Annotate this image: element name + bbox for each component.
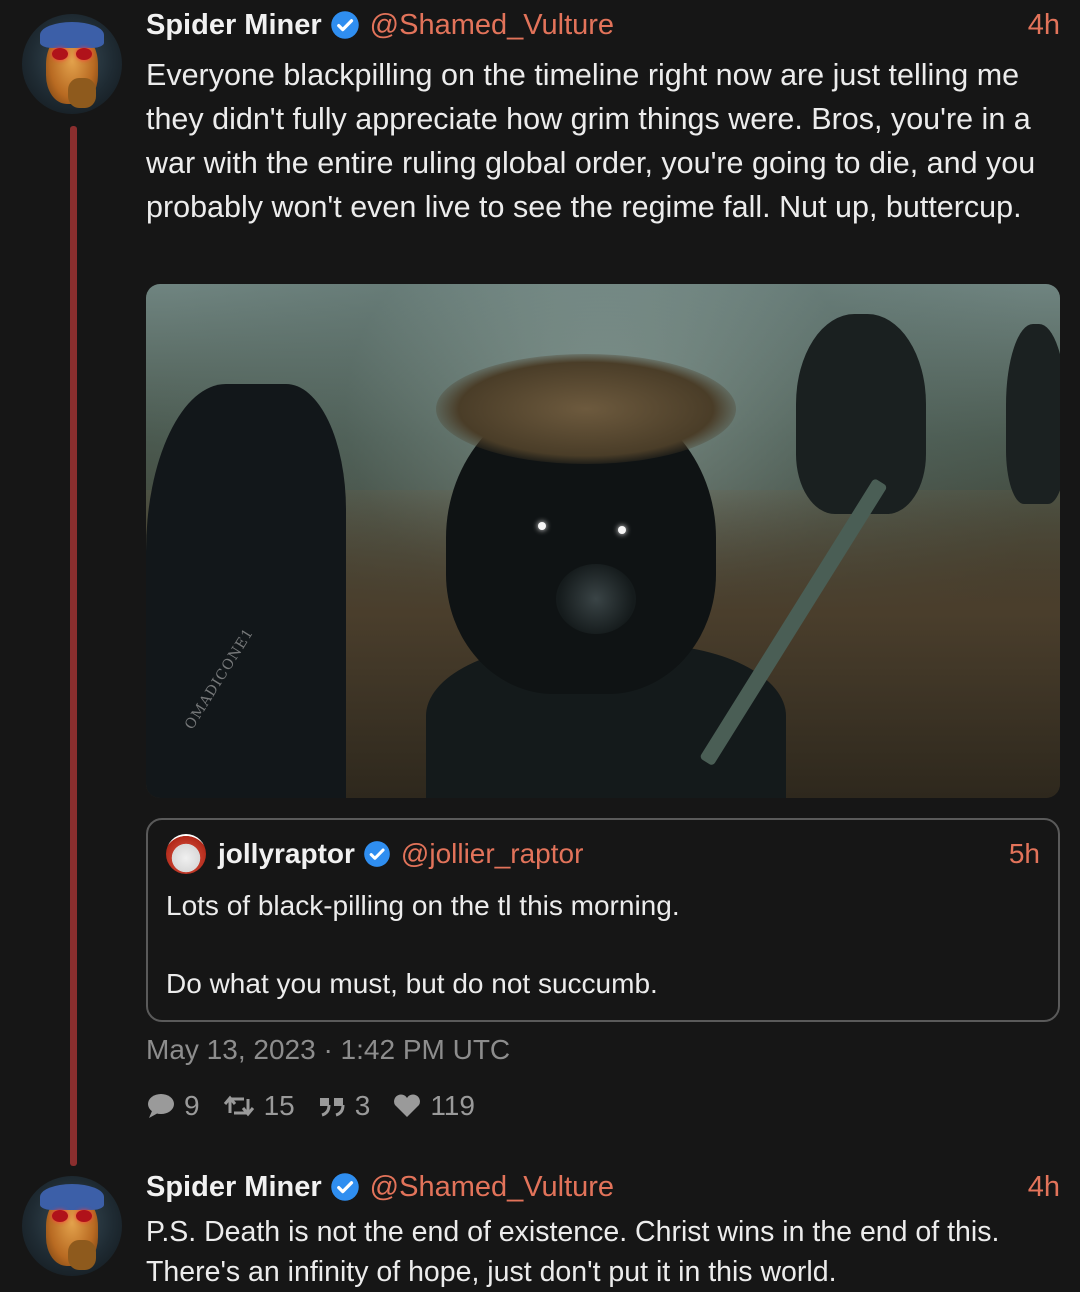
image-soldier (796, 314, 926, 514)
quoted-tweet[interactable]: jollyraptor @jollier_raptor 5h Lots of b… (146, 818, 1060, 1022)
quoted-tweet-header: jollyraptor @jollier_raptor 5h (166, 834, 1040, 874)
tweet-main: Spider Miner @Shamed_Vulture 4h Everyone… (0, 0, 1080, 1166)
username[interactable]: @Shamed_Vulture (370, 1171, 614, 1204)
quoted-time[interactable]: 5h (1009, 838, 1040, 870)
avatar-cap (40, 22, 104, 48)
quote-icon (319, 1098, 345, 1117)
verified-badge-icon (364, 841, 390, 867)
tweet-time[interactable]: 4h (1028, 9, 1060, 42)
tweet-text: P.S. Death is not the end of existence. … (146, 1216, 1000, 1288)
avatar[interactable] (22, 14, 122, 114)
tweet-header: Spider Miner @Shamed_Vulture 4h (146, 5, 1060, 45)
avatar-eye (76, 1210, 92, 1222)
thread-line (70, 126, 77, 1166)
verified-badge-icon (330, 1173, 359, 1201)
comment-icon (148, 1094, 174, 1118)
image-eye (618, 526, 626, 534)
retweet-button[interactable]: 15 (222, 1090, 295, 1122)
avatar-hand (68, 1240, 96, 1270)
retweet-count: 15 (263, 1090, 295, 1121)
username[interactable]: @Shamed_Vulture (370, 9, 614, 42)
quoted-avatar[interactable] (166, 834, 206, 874)
avatar-hand (68, 78, 96, 108)
avatar-eye (52, 48, 68, 60)
avatar-eye (76, 48, 92, 60)
like-count: 119 (430, 1090, 475, 1121)
tweet-text: Everyone blackpilling on the timeline ri… (146, 58, 1036, 224)
tweet-time[interactable]: 4h (1028, 1171, 1060, 1204)
like-button[interactable]: 119 (392, 1090, 475, 1122)
tweet-stats: 9 15 3 119 (146, 1086, 497, 1126)
display-name[interactable]: Spider Miner (146, 9, 322, 42)
tweet-date[interactable]: May 13, 2023 · 1:42 PM UTC (146, 1034, 510, 1066)
quoted-username[interactable]: @jollier_raptor (401, 838, 584, 870)
image-camouflage (436, 354, 736, 464)
retweet-icon (223, 1095, 254, 1117)
reply-count: 9 (184, 1090, 200, 1121)
reply-button[interactable]: 9 (146, 1090, 200, 1122)
image-eye (538, 522, 546, 530)
quoted-display-name[interactable]: jollyraptor (218, 838, 355, 870)
image-soldier (146, 384, 346, 798)
image-soldier (1006, 324, 1060, 504)
tweet-header: Spider Miner @Shamed_Vulture 4h (146, 1167, 1060, 1207)
tweet-reply: Spider Miner @Shamed_Vulture 4h P.S. Dea… (0, 1162, 1080, 1292)
quote-count: 3 (354, 1090, 371, 1121)
avatar-cap (40, 1184, 104, 1210)
avatar-eye (52, 1210, 68, 1222)
verified-badge-icon (330, 11, 359, 39)
avatar[interactable] (22, 1176, 122, 1276)
image-gas-mask (556, 564, 636, 634)
heart-icon (394, 1094, 421, 1117)
quoted-text: Lots of black-pilling on the tl this mor… (166, 890, 680, 999)
display-name[interactable]: Spider Miner (146, 1171, 322, 1204)
quote-button[interactable]: 3 (317, 1090, 371, 1122)
tweet-image[interactable]: OMADICONE1 (146, 284, 1060, 798)
